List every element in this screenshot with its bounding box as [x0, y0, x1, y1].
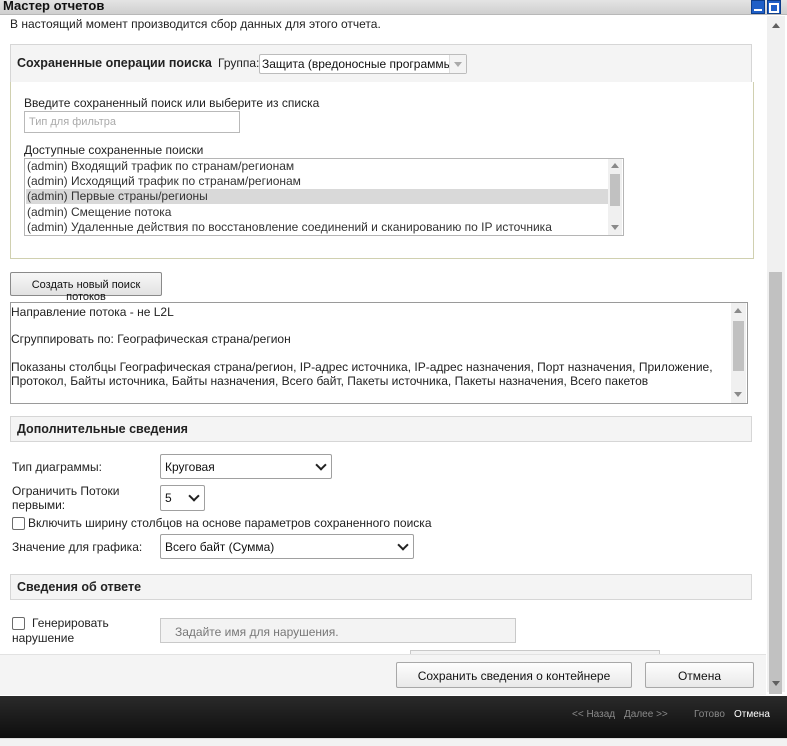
scroll-up-icon[interactable]: [772, 23, 780, 28]
scrollbar-thumb[interactable]: [733, 321, 744, 371]
saved-searches-title: Сохраненные операции поиска: [17, 56, 212, 70]
graph-value-select[interactable]: Всего байт (Сумма): [160, 534, 414, 559]
generate-label-line2: нарушение: [12, 631, 75, 645]
column-width-checkbox[interactable]: [12, 517, 25, 530]
back-link[interactable]: << Назад: [572, 709, 615, 720]
search-description[interactable]: Направление потока - не L2L Сгруппироват…: [10, 302, 748, 404]
saved-search-list[interactable]: (admin) Входящий трафик по странам/регио…: [24, 158, 624, 236]
limit-select[interactable]: 5: [160, 485, 205, 511]
group-select[interactable]: Защита (вредоносные программы: [259, 54, 467, 74]
chart-type-label: Тип диаграммы:: [12, 460, 102, 474]
dialog-footer: Сохранить сведения о контейнере Отмена: [0, 654, 766, 695]
filter-prompt: Введите сохраненный поиск или выберите и…: [24, 96, 320, 110]
generate-label-line1: Генерировать: [32, 616, 109, 630]
chevron-down-icon: [454, 62, 462, 67]
graph-value-label: Значение для графика:: [12, 540, 143, 554]
group-label: Группа:: [218, 56, 260, 70]
description-line: Сгруппировать по: Географическая страна/…: [11, 332, 291, 346]
additional-details-header: Дополнительные сведения: [10, 416, 752, 442]
title-bar: Мастер отчетов: [0, 0, 787, 15]
save-container-button[interactable]: Сохранить сведения о контейнере: [396, 662, 632, 688]
main-scrollbar[interactable]: [767, 16, 785, 694]
next-link[interactable]: Далее >>: [624, 709, 668, 720]
chevron-down-icon: [397, 539, 409, 551]
minimize-icon[interactable]: [751, 0, 765, 14]
chart-type-value: Круговая: [165, 460, 215, 474]
response-details-header: Сведения об ответе: [10, 574, 752, 600]
scroll-down-icon[interactable]: [734, 392, 742, 397]
scrollbar-thumb[interactable]: [610, 174, 620, 206]
list-item[interactable]: (admin) Смещение потока: [26, 205, 608, 220]
description-line: Показаны столбцы Географическая страна/р…: [11, 360, 713, 374]
cancel-button[interactable]: Отмена: [645, 662, 754, 688]
scroll-up-icon[interactable]: [734, 308, 742, 313]
graph-value-value: Всего байт (Сумма): [165, 540, 275, 554]
group-select-value: Защита (вредоносные программы: [262, 57, 453, 71]
violation-name-input[interactable]: Задайте имя для нарушения.: [160, 618, 516, 643]
status-message: В настоящий момент производится сбор дан…: [10, 17, 381, 31]
available-searches-label: Доступные сохраненные поиски: [24, 143, 204, 157]
response-details-title: Сведения об ответе: [17, 580, 142, 594]
scroll-down-icon[interactable]: [611, 225, 619, 230]
chart-type-select[interactable]: Круговая: [160, 454, 332, 479]
group-select-arrow[interactable]: [449, 55, 466, 73]
list-scrollbar[interactable]: [608, 159, 622, 235]
window-title: Мастер отчетов: [3, 0, 105, 13]
additional-details-title: Дополнительные сведения: [17, 422, 188, 436]
description-line: Направление потока - не L2L: [11, 305, 174, 319]
generate-violation-checkbox[interactable]: [12, 617, 25, 630]
violation-name-placeholder: Задайте имя для нарушения.: [175, 625, 339, 639]
scroll-down-icon[interactable]: [772, 681, 780, 686]
saved-searches-panel: Введите сохраненный поиск или выберите и…: [10, 82, 754, 259]
list-item[interactable]: (admin) Исходящий трафик по странам/реги…: [26, 174, 608, 189]
limit-value: 5: [165, 491, 172, 505]
create-flow-search-button[interactable]: Создать новый поиск потоков: [10, 272, 162, 303]
column-width-label: Включить ширину столбцов на основе парам…: [28, 516, 432, 530]
wizard-cancel-link[interactable]: Отмена: [734, 709, 770, 720]
saved-searches-header: Сохраненные операции поиска Группа: Защи…: [10, 44, 752, 83]
limit-label-line1: Ограничить Потоки: [12, 484, 120, 498]
list-item-selected[interactable]: (admin) Первые страны/регионы: [26, 189, 608, 204]
maximize-icon[interactable]: [767, 0, 781, 14]
finish-link[interactable]: Готово: [694, 709, 725, 720]
filter-input-placeholder: Тип для фильтра: [29, 116, 117, 128]
chevron-down-icon: [188, 490, 200, 502]
description-scrollbar[interactable]: [731, 303, 746, 403]
scroll-up-icon[interactable]: [611, 163, 619, 168]
limit-label-line2: первыми:: [12, 498, 66, 512]
description-line: Протокол, Байты источника, Байты назначе…: [11, 374, 649, 388]
list-item[interactable]: (admin) Удаленные действия по восстановл…: [26, 220, 608, 235]
list-item[interactable]: (admin) Входящий трафик по странам/регио…: [26, 159, 608, 174]
filter-input[interactable]: Тип для фильтра: [24, 111, 240, 133]
scrollbar-thumb[interactable]: [769, 272, 782, 694]
chevron-down-icon: [315, 459, 327, 471]
wizard-nav-bar: << Назад Далее >> Готово Отмена: [0, 696, 787, 738]
